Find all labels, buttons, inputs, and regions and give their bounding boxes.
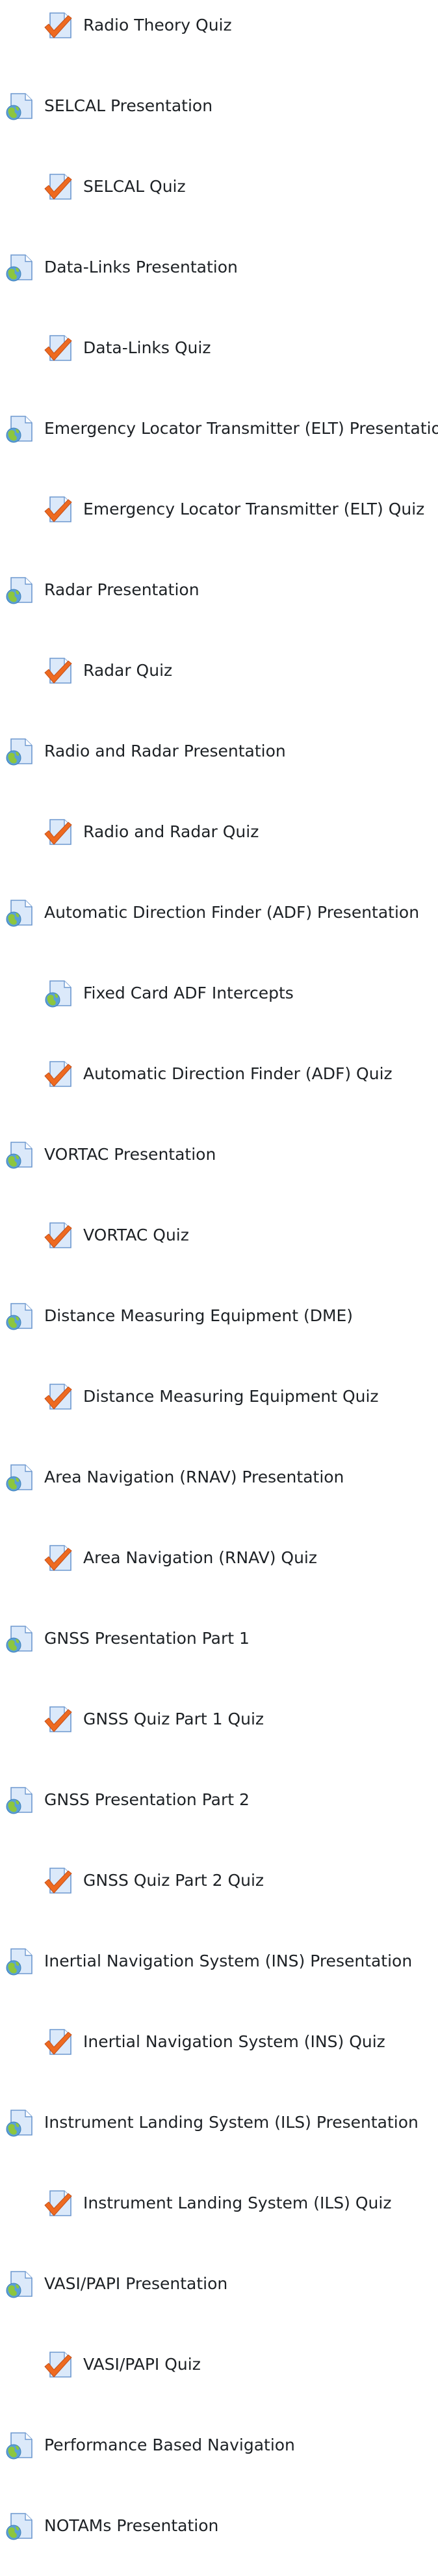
activity-link[interactable]: Distance Measuring Equipment (DME) xyxy=(44,1296,353,1336)
url-globe-icon xyxy=(5,898,34,928)
activity-link[interactable]: Emergency Locator Transmitter (ELT) Quiz xyxy=(83,489,424,530)
url-globe-icon xyxy=(5,1624,34,1654)
activity-item[interactable]: Automatic Direction Finder (ADF) Quiz xyxy=(0,1054,438,1134)
quiz-checkmark-icon xyxy=(44,494,73,524)
activity-link[interactable]: VASI/PAPI Quiz xyxy=(83,2344,201,2385)
activity-item[interactable]: Radar Quiz xyxy=(0,651,438,731)
activity-link[interactable]: Data-Links Quiz xyxy=(83,328,211,368)
activity-link[interactable]: Inertial Navigation System (INS) Quiz xyxy=(83,2022,385,2062)
activity-item[interactable]: Inertial Navigation System (INS) Present… xyxy=(0,1941,438,2022)
activity-link[interactable]: VASI/PAPI Presentation xyxy=(44,2264,227,2304)
activity-item[interactable]: Emergency Locator Transmitter (ELT) Pres… xyxy=(0,409,438,489)
url-globe-icon xyxy=(5,1946,34,1976)
activity-link[interactable]: Data-Links Presentation xyxy=(44,247,238,288)
quiz-checkmark-icon xyxy=(44,2350,73,2380)
url-globe-icon xyxy=(5,2269,34,2299)
activity-item[interactable]: Distance Measuring Equipment (DME) xyxy=(0,1296,438,1376)
quiz-checkmark-icon xyxy=(44,1866,73,1896)
quiz-checkmark-icon xyxy=(44,656,73,686)
activity-link[interactable]: VORTAC Quiz xyxy=(83,1215,189,1255)
activity-item[interactable]: VORTAC Presentation xyxy=(0,1134,438,1215)
activity-link[interactable]: Inertial Navigation System (INS) Present… xyxy=(44,1941,412,1981)
activity-link[interactable]: Instrument Landing System (ILS) Presenta… xyxy=(44,2102,419,2143)
activity-item[interactable]: Inertial Navigation System (INS) Quiz xyxy=(0,2022,438,2102)
activity-link[interactable]: Automatic Direction Finder (ADF) Quiz xyxy=(83,1054,393,1094)
activity-link[interactable]: Distance Measuring Equipment Quiz xyxy=(83,1376,379,1417)
url-globe-icon xyxy=(5,575,34,605)
activity-item[interactable]: Instrument Landing System (ILS) Presenta… xyxy=(0,2102,438,2183)
activity-item[interactable]: Distance Measuring Equipment Quiz xyxy=(0,1376,438,1457)
activity-item[interactable]: Data-Links Quiz xyxy=(0,328,438,409)
activity-item[interactable]: SELCAL Quiz xyxy=(0,167,438,247)
activity-link[interactable]: Radar Quiz xyxy=(83,651,172,691)
activity-link[interactable]: Radio and Radar Quiz xyxy=(83,812,259,852)
activity-link[interactable]: Performance Based Navigation xyxy=(44,2425,295,2465)
activity-link[interactable]: Radio Theory Quiz xyxy=(83,5,232,46)
url-globe-icon xyxy=(5,414,34,444)
url-globe-icon xyxy=(5,1785,34,1815)
url-globe-icon xyxy=(5,1301,34,1331)
quiz-checkmark-icon xyxy=(44,1382,73,1412)
activity-link[interactable]: NOTAMs Presentation xyxy=(44,2506,218,2546)
activity-item[interactable]: VORTAC Quiz xyxy=(0,1215,438,1296)
activity-link[interactable]: Radio and Radar Presentation xyxy=(44,731,286,771)
activity-item[interactable]: Data-Links Presentation xyxy=(0,247,438,328)
activity-item[interactable]: Area Navigation (RNAV) Quiz xyxy=(0,1538,438,1618)
url-globe-icon xyxy=(5,736,34,766)
activity-link[interactable]: SELCAL Quiz xyxy=(83,167,186,207)
url-globe-icon xyxy=(44,978,73,1008)
activity-link[interactable]: VORTAC Presentation xyxy=(44,1134,216,1175)
url-globe-icon xyxy=(5,2511,34,2541)
activity-list: Radio Theory Quiz SELCAL Presentation SELC… xyxy=(0,0,438,2540)
activity-item[interactable]: Emergency Locator Transmitter (ELT) Quiz xyxy=(0,489,438,570)
activity-item[interactable]: Radio and Radar Presentation xyxy=(0,731,438,812)
quiz-checkmark-icon xyxy=(44,2188,73,2218)
quiz-checkmark-icon xyxy=(44,172,73,202)
activity-item[interactable]: Radio Theory Quiz xyxy=(0,5,438,86)
activity-item[interactable]: Automatic Direction Finder (ADF) Present… xyxy=(0,892,438,973)
activity-item[interactable]: Instrument Landing System (ILS) Quiz xyxy=(0,2183,438,2264)
activity-item[interactable]: Radar Presentation xyxy=(0,570,438,651)
activity-item[interactable]: Area Navigation (RNAV) Presentation xyxy=(0,1457,438,1538)
quiz-checkmark-icon xyxy=(44,10,73,40)
activity-link[interactable]: Automatic Direction Finder (ADF) Present… xyxy=(44,892,419,933)
url-globe-icon xyxy=(5,1462,34,1492)
activity-item[interactable]: Performance Based Navigation xyxy=(0,2425,438,2506)
activity-item[interactable]: GNSS Presentation Part 1 xyxy=(0,1618,438,1699)
url-globe-icon xyxy=(5,1140,34,1170)
url-globe-icon xyxy=(5,91,34,121)
activity-item[interactable]: VASI/PAPI Quiz xyxy=(0,2344,438,2425)
activity-link[interactable]: GNSS Quiz Part 2 Quiz xyxy=(83,1860,264,1901)
url-globe-icon xyxy=(5,252,34,282)
quiz-checkmark-icon xyxy=(44,817,73,847)
activity-link[interactable]: GNSS Presentation Part 2 xyxy=(44,1780,250,1820)
activity-link[interactable]: Area Navigation (RNAV) Presentation xyxy=(44,1457,344,1497)
activity-link[interactable]: SELCAL Presentation xyxy=(44,86,213,126)
activity-item[interactable]: Fixed Card ADF Intercepts xyxy=(0,973,438,1054)
quiz-checkmark-icon xyxy=(44,1704,73,1734)
activity-item[interactable]: Radio and Radar Quiz xyxy=(0,812,438,892)
quiz-checkmark-icon xyxy=(44,1059,73,1089)
url-globe-icon xyxy=(5,2108,34,2138)
activity-item[interactable]: GNSS Quiz Part 2 Quiz xyxy=(0,1860,438,1941)
activity-link[interactable]: Area Navigation (RNAV) Quiz xyxy=(83,1538,317,1578)
activity-link[interactable]: Instrument Landing System (ILS) Quiz xyxy=(83,2183,391,2223)
quiz-checkmark-icon xyxy=(44,2027,73,2057)
activity-item[interactable]: GNSS Presentation Part 2 xyxy=(0,1780,438,1860)
url-globe-icon xyxy=(5,2430,34,2460)
activity-link[interactable]: Fixed Card ADF Intercepts xyxy=(83,973,294,1013)
activity-link[interactable]: GNSS Presentation Part 1 xyxy=(44,1618,250,1659)
activity-item[interactable]: NOTAMs Presentation xyxy=(0,2506,438,2576)
activity-link[interactable]: Emergency Locator Transmitter (ELT) Pres… xyxy=(44,409,438,449)
quiz-checkmark-icon xyxy=(44,333,73,363)
activity-item[interactable]: GNSS Quiz Part 1 Quiz xyxy=(0,1699,438,1780)
activity-link[interactable]: GNSS Quiz Part 1 Quiz xyxy=(83,1699,264,1739)
activity-link[interactable]: Radar Presentation xyxy=(44,570,200,610)
activity-item[interactable]: VASI/PAPI Presentation xyxy=(0,2264,438,2344)
quiz-checkmark-icon xyxy=(44,1220,73,1250)
activity-item[interactable]: SELCAL Presentation xyxy=(0,86,438,167)
quiz-checkmark-icon xyxy=(44,1543,73,1573)
